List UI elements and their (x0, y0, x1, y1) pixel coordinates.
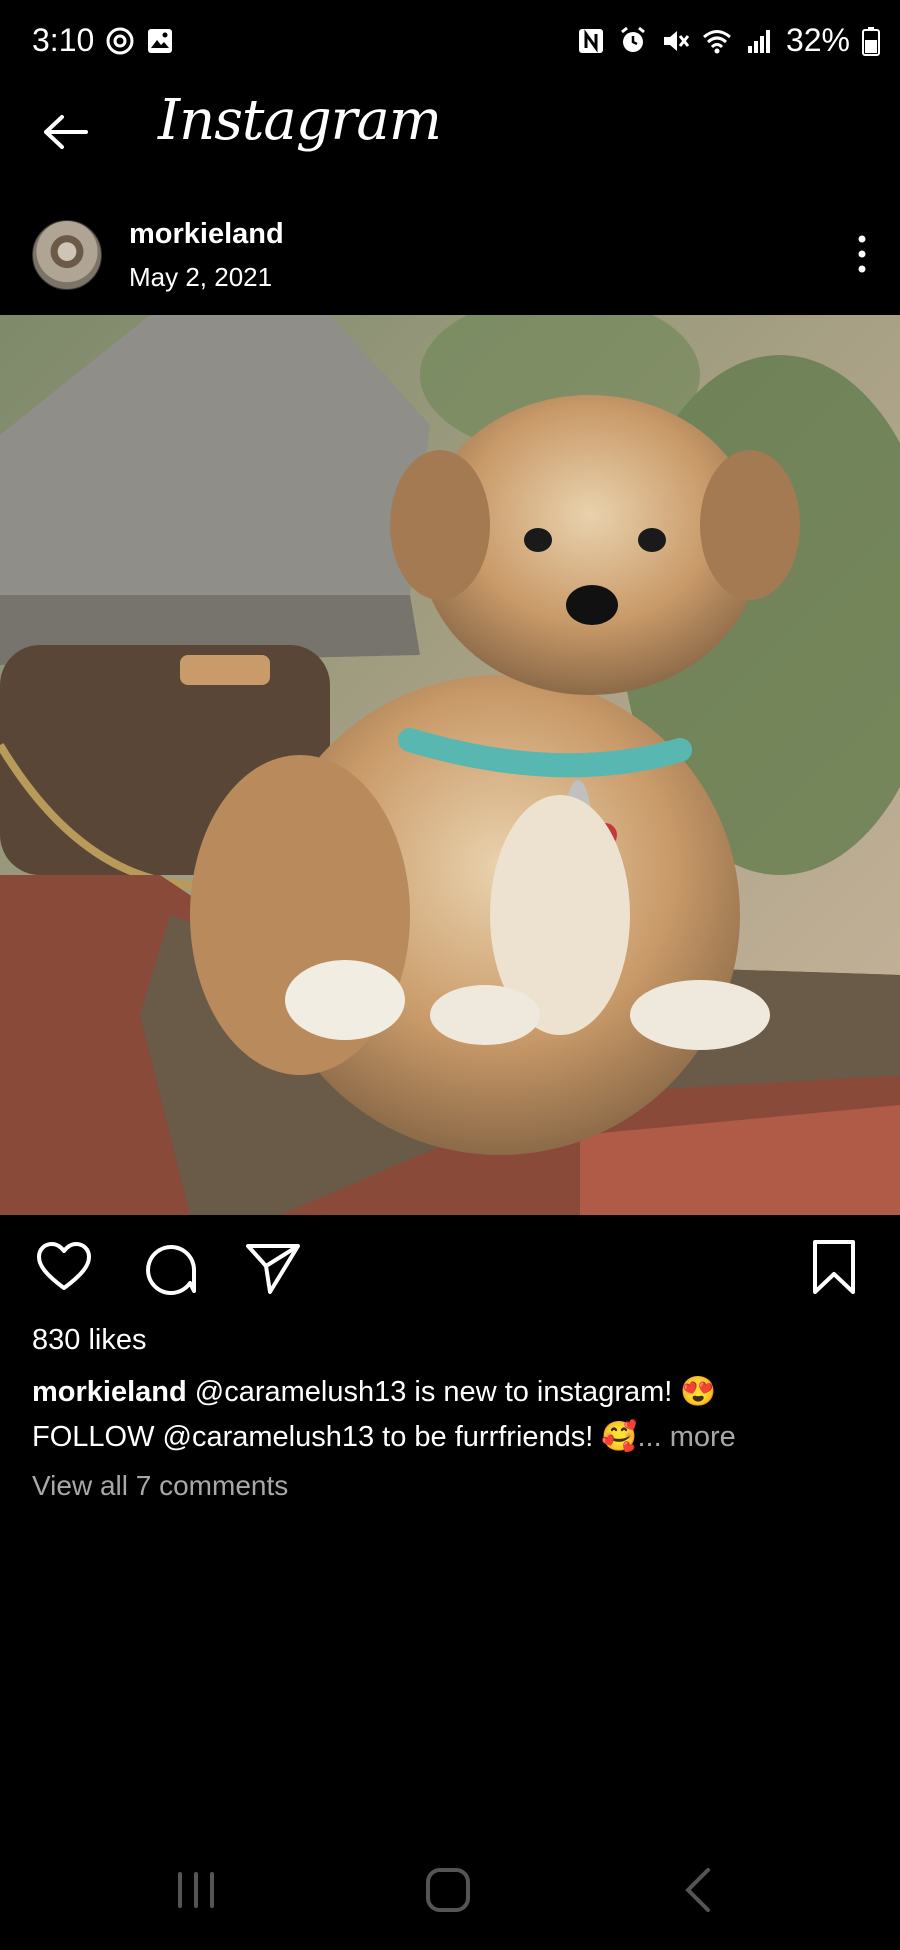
alarm-icon (621, 26, 645, 52)
system-nav-bar (0, 1860, 900, 1920)
app-header: Instagram (0, 88, 900, 208)
battery-icon (862, 26, 880, 56)
threads-icon (106, 27, 134, 55)
home-icon[interactable] (418, 1860, 478, 1920)
post-image[interactable] (0, 315, 900, 1215)
mute-icon (663, 30, 690, 51)
comment-icon[interactable] (140, 1238, 198, 1296)
share-icon[interactable] (244, 1238, 302, 1296)
post-actions (0, 1230, 900, 1310)
post-username[interactable]: morkieland (129, 218, 284, 251)
status-bar: 3:10 32% (0, 0, 900, 88)
likes-count[interactable]: 830 likes (32, 1324, 146, 1357)
post-caption: morkieland @caramelush13 is new to insta… (32, 1370, 882, 1460)
more-options-icon[interactable] (854, 234, 870, 274)
battery-percent: 32% (785, 22, 850, 58)
back-arrow-icon[interactable] (36, 102, 96, 162)
status-time: 3:10 (32, 22, 95, 58)
back-nav-icon[interactable] (670, 1860, 730, 1920)
post-header: morkieland May 2, 2021 (0, 210, 900, 310)
caption-line-1: @caramelush13 is new to instagram! 😍 (194, 1376, 717, 1408)
avatar[interactable] (32, 220, 102, 290)
view-comments-link[interactable]: View all 7 comments (32, 1470, 288, 1502)
post-date: May 2, 2021 (129, 262, 273, 292)
caption-username[interactable]: morkieland (32, 1376, 187, 1408)
recent-apps-icon[interactable] (166, 1860, 226, 1920)
heart-icon[interactable] (35, 1238, 93, 1296)
signal-icon (747, 29, 770, 53)
save-bookmark-icon[interactable] (805, 1238, 863, 1296)
status-left-icons (105, 26, 175, 56)
caption-more-link[interactable]: ... more (638, 1421, 736, 1453)
wifi-icon (702, 29, 731, 53)
image-icon (148, 29, 172, 53)
nfc-icon (578, 28, 603, 53)
puppy-photo (0, 315, 900, 1215)
caption-line-2: FOLLOW @caramelush13 to be furrfriends! … (32, 1421, 638, 1453)
status-right-icons: 32% (576, 22, 880, 59)
instagram-logo: Instagram (158, 88, 442, 153)
